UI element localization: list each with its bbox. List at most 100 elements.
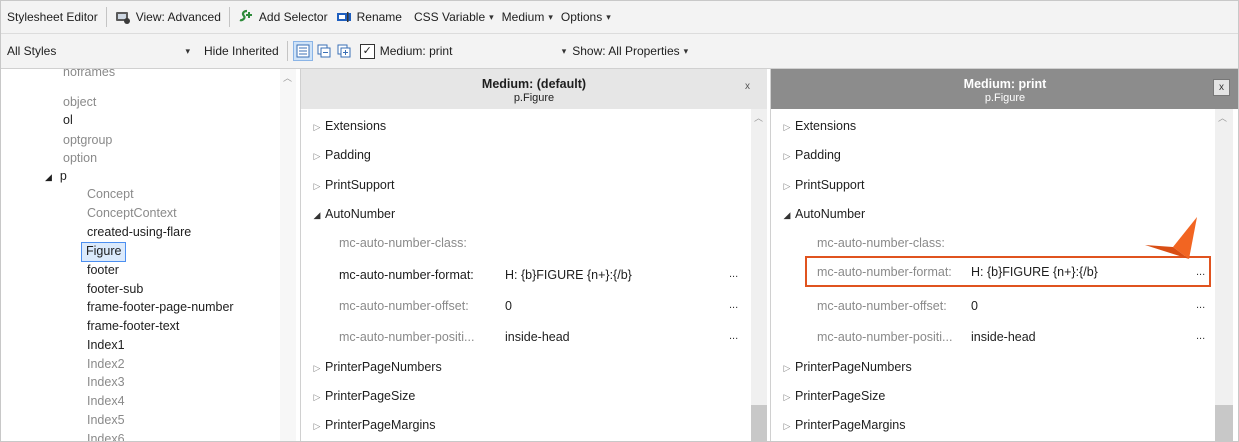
collapsed-triangle-icon[interactable]: ▷ <box>779 387 795 407</box>
tree-item[interactable]: option <box>63 149 97 167</box>
expand-all-icon[interactable] <box>335 42 353 60</box>
scroll-thumb[interactable] <box>1215 405 1233 441</box>
add-selector-label: Add Selector <box>258 10 328 24</box>
ellipsis-button[interactable]: ... <box>729 299 738 311</box>
toolbar-separator <box>105 7 107 27</box>
property-row[interactable]: mc-auto-number-offset: 0 <box>817 296 978 316</box>
medium-label: Medium <box>501 10 545 24</box>
tree-scrollbar[interactable]: ︿ <box>280 69 296 441</box>
medium-print-toggle[interactable]: ✓ Medium: print <box>359 43 562 59</box>
tree-item[interactable]: created-using-flare <box>87 223 191 241</box>
close-icon: x <box>1219 82 1224 93</box>
tree-item[interactable]: ol <box>63 111 73 129</box>
chevron-down-icon: ▾ <box>185 45 190 56</box>
tree-item[interactable]: frame-footer-text <box>87 317 179 335</box>
tree-item[interactable]: Index5 <box>87 411 125 429</box>
tree-item[interactable]: Index6 <box>87 430 125 441</box>
collapse-all-icon[interactable] <box>315 42 333 60</box>
property-group[interactable]: ▷ Extensions <box>779 116 857 137</box>
styles-filter-dropdown[interactable]: All Styles ▾ <box>1 39 192 63</box>
property-group-expanded[interactable]: ◢ AutoNumber <box>309 204 396 225</box>
property-group-expanded[interactable]: ◢ AutoNumber <box>779 204 866 225</box>
tree-item[interactable]: Index1 <box>87 336 125 354</box>
collapsed-triangle-icon[interactable]: ▷ <box>779 416 795 436</box>
chevron-down-icon: ▾ <box>489 11 494 22</box>
collapsed-triangle-icon[interactable]: ▷ <box>309 387 325 407</box>
property-row[interactable]: mc-auto-number-class: <box>339 233 505 253</box>
tree-item[interactable]: Index2 <box>87 355 125 373</box>
css-variable-label: CSS Variable <box>413 10 486 24</box>
tree-item[interactable]: footer <box>87 261 119 279</box>
tree-item[interactable]: optgroup <box>63 131 112 149</box>
toolbar-separator <box>228 7 230 27</box>
collapsed-triangle-icon[interactable]: ▷ <box>779 176 795 196</box>
ellipsis-button[interactable]: ... <box>1196 330 1205 342</box>
pane-scrollbar[interactable]: ︿ <box>751 109 767 441</box>
property-group[interactable]: ▷ PrinterPageMargins <box>309 415 436 436</box>
checkbox-checked-icon[interactable]: ✓ <box>359 43 375 59</box>
medium-dropdown[interactable]: Medium ▾ <box>498 5 557 29</box>
chevron-down-icon[interactable]: ▾ <box>562 46 567 57</box>
tree-item[interactable]: Index3 <box>87 373 125 391</box>
property-row[interactable]: mc-auto-number-format: H: {b}FIGURE {n+}:… <box>817 262 1098 282</box>
property-group[interactable]: ▷ PrintSupport <box>779 175 865 196</box>
property-group[interactable]: ▷ Padding <box>309 145 371 165</box>
scroll-thumb[interactable] <box>751 405 767 441</box>
rename-button[interactable]: Rename <box>332 5 406 29</box>
tree-item[interactable]: ConceptContext <box>87 204 177 222</box>
expanded-triangle-icon[interactable]: ◢ <box>779 205 795 225</box>
property-group[interactable]: ▷ PrinterPageSize <box>779 386 886 407</box>
expanded-triangle-icon[interactable]: ◢ <box>309 205 325 225</box>
tree-item-p[interactable]: ◢ p <box>45 167 67 185</box>
scroll-up-arrow-icon[interactable]: ︿ <box>283 71 292 84</box>
ellipsis-button[interactable]: ... <box>1196 299 1205 311</box>
property-row[interactable]: mc-auto-number-positi... inside-head <box>339 327 570 347</box>
selector-tree[interactable]: noframes object ol optgroup option ◢ p Co… <box>1 69 296 441</box>
property-row[interactable]: mc-auto-number-class: <box>817 233 971 253</box>
add-selector-button[interactable]: Add Selector <box>234 5 332 29</box>
collapsed-triangle-icon[interactable]: ▷ <box>309 358 325 378</box>
property-group[interactable]: ▷ Padding <box>779 145 841 165</box>
expanded-triangle-icon[interactable]: ◢ <box>45 172 52 182</box>
chevron-down-icon: ▾ <box>548 11 553 22</box>
property-group[interactable]: ▷ PrintSupport <box>309 175 395 196</box>
list-view-icon[interactable] <box>292 41 313 61</box>
property-group[interactable]: ▷ PrinterPageMargins <box>779 415 906 436</box>
ellipsis-button[interactable]: ... <box>729 330 738 342</box>
close-pane-button[interactable]: x <box>1213 79 1230 96</box>
tree-item[interactable]: noframes <box>63 69 115 81</box>
scroll-up-arrow-icon[interactable]: ︿ <box>754 111 763 124</box>
collapsed-triangle-icon[interactable]: ▷ <box>309 176 325 196</box>
tree-item[interactable]: frame-footer-page-number <box>87 298 234 316</box>
property-row[interactable]: mc-auto-number-positi... inside-head <box>817 327 1036 347</box>
collapsed-triangle-icon[interactable]: ▷ <box>779 146 795 166</box>
property-group[interactable]: ▷ Extensions <box>309 116 387 137</box>
tree-item-selected[interactable]: Figure <box>81 242 127 262</box>
property-group[interactable]: ▷ PrinterPageNumbers <box>779 357 912 377</box>
ellipsis-button[interactable]: ... <box>729 268 738 280</box>
tree-item[interactable]: Index4 <box>87 392 125 410</box>
chevron-down-icon: ▾ <box>606 11 611 22</box>
collapsed-triangle-icon[interactable]: ▷ <box>779 117 795 137</box>
collapsed-triangle-icon[interactable]: ▷ <box>309 117 325 137</box>
css-variable-button[interactable]: CSS Variable ▾ <box>410 5 498 29</box>
show-properties-dropdown[interactable]: Show: All Properties ▾ <box>572 44 688 58</box>
property-group[interactable]: ▷ PrinterPageNumbers <box>309 357 442 377</box>
scroll-up-arrow-icon[interactable]: ︿ <box>1218 111 1227 124</box>
tree-item[interactable]: footer-sub <box>87 280 143 298</box>
collapsed-triangle-icon[interactable]: ▷ <box>779 358 795 378</box>
property-group[interactable]: ▷ PrinterPageSize <box>309 386 416 407</box>
property-row[interactable]: mc-auto-number-offset: 0 <box>339 296 512 316</box>
styles-filter-value: All Styles <box>7 44 57 58</box>
tree-item[interactable]: Concept <box>87 185 134 203</box>
tree-item[interactable]: object <box>63 93 96 111</box>
close-pane-button[interactable]: x <box>740 79 755 94</box>
hide-inherited-button[interactable]: Hide Inherited <box>200 39 283 63</box>
property-row[interactable]: mc-auto-number-format: H: {b}FIGURE {n+}:… <box>339 265 632 285</box>
options-dropdown[interactable]: Options ▾ <box>557 5 615 29</box>
view-advanced-button[interactable]: View: Advanced <box>111 5 225 29</box>
pane-scrollbar[interactable]: ︿ <box>1215 109 1233 441</box>
collapsed-triangle-icon[interactable]: ▷ <box>309 416 325 436</box>
collapsed-triangle-icon[interactable]: ▷ <box>309 146 325 166</box>
main-toolbar: Stylesheet Editor View: Advanced Add Sel… <box>1 1 1238 34</box>
